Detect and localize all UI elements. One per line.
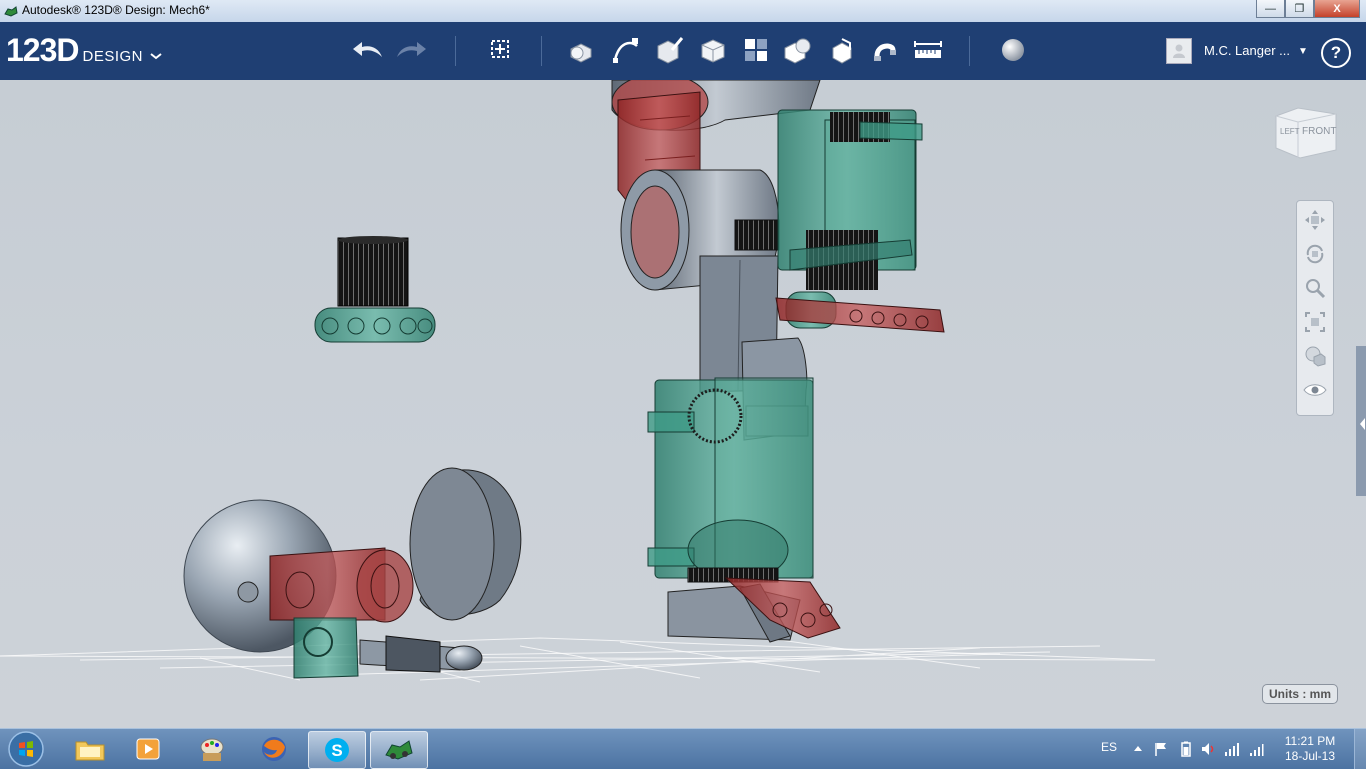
main-toolbar: 123D DESIGN M.C. Langer ... ▼ ? [0, 22, 1366, 80]
construct-icon[interactable] [653, 34, 685, 66]
chevron-down-icon [150, 53, 162, 60]
skype-icon[interactable]: S [308, 731, 366, 769]
panel-expand-icon[interactable] [1358, 416, 1366, 432]
primitives-icon[interactable] [566, 34, 598, 66]
window-title: Autodesk® 123D® Design: Mech6* [22, 3, 210, 17]
toolbar-separator [455, 36, 456, 66]
minimize-button[interactable]: — [1256, 0, 1285, 18]
taskbar: S ES 11:21 PM 18-Jul-13 [0, 728, 1366, 769]
zoom-icon[interactable] [1302, 275, 1328, 301]
material-icon[interactable] [997, 34, 1029, 66]
volume-icon[interactable] [1200, 741, 1216, 757]
upper-red-toe-chain[interactable] [775, 291, 945, 333]
visibility-icon[interactable] [1302, 377, 1328, 403]
clock-time: 11:21 PM [1284, 734, 1336, 748]
toolbar-separator [541, 36, 542, 66]
fit-icon[interactable] [1302, 309, 1328, 335]
system-clock[interactable]: 11:21 PM 18-Jul-13 [1275, 734, 1345, 764]
media-player-icon[interactable] [120, 731, 176, 767]
start-button[interactable] [4, 729, 48, 769]
app-icon [4, 6, 18, 17]
network-status-icon[interactable] [1248, 741, 1264, 757]
view-style-icon[interactable] [1302, 343, 1328, 369]
measure-icon[interactable] [912, 34, 944, 66]
transform-icon[interactable] [484, 34, 516, 66]
brand-word: DESIGN [82, 48, 144, 65]
user-name[interactable]: M.C. Langer ... [1204, 43, 1290, 58]
units-label[interactable]: Units : mm [1262, 684, 1339, 704]
avatar[interactable] [1166, 38, 1192, 64]
maximize-button[interactable]: ❐ [1285, 0, 1314, 18]
clock-date: 18-Jul-13 [1284, 749, 1336, 763]
battery-icon[interactable] [1178, 741, 1194, 757]
upper-teal-servo[interactable] [777, 109, 923, 290]
windows-explorer-icon[interactable] [62, 731, 118, 767]
123d-design-icon[interactable] [370, 731, 428, 769]
grouping-icon[interactable] [782, 34, 814, 66]
grey-disc[interactable] [409, 467, 522, 621]
firefox-icon[interactable] [246, 731, 302, 767]
action-center-flag-icon[interactable] [1153, 741, 1169, 757]
brand-number: 123D [6, 32, 79, 68]
combine-icon[interactable] [826, 34, 858, 66]
language-indicator[interactable]: ES [1101, 740, 1117, 754]
show-desktop-button[interactable] [1354, 729, 1366, 769]
redo-icon[interactable] [395, 34, 427, 66]
undo-icon[interactable] [352, 34, 384, 66]
help-button[interactable]: ? [1321, 38, 1351, 68]
sketch-icon[interactable] [610, 34, 642, 66]
app-menu-button[interactable]: 123D DESIGN [6, 32, 163, 69]
3d-scene[interactable] [0, 80, 1366, 728]
window-title-bar: Autodesk® 123D® Design: Mech6* — ❐ X [0, 0, 1366, 23]
snap-icon[interactable] [869, 34, 901, 66]
floating-gear-assembly[interactable] [314, 236, 436, 343]
ground-grid [0, 637, 1156, 683]
teal-bracket[interactable] [293, 617, 359, 679]
svg-text:S: S [331, 741, 342, 760]
window-controls: — ❐ X [1256, 0, 1360, 18]
viewcube-left-label: LEFT [1280, 127, 1300, 136]
orbit-icon[interactable] [1302, 241, 1328, 267]
3d-viewport[interactable]: LEFT FRONT Units : mm [0, 80, 1366, 728]
user-menu-dropdown-icon[interactable]: ▼ [1298, 46, 1308, 57]
lower-teal-servo[interactable] [647, 377, 814, 581]
network-signal-icon[interactable] [1224, 741, 1240, 757]
shaft-pin[interactable] [359, 635, 483, 673]
viewcube-front-label: FRONT [1302, 126, 1336, 137]
close-button[interactable]: X [1314, 0, 1360, 18]
show-hidden-icons-icon[interactable] [1130, 741, 1146, 757]
pan-icon[interactable] [1302, 207, 1328, 233]
navigation-bar [1296, 200, 1334, 416]
pattern-icon[interactable] [740, 34, 772, 66]
paint-icon[interactable] [184, 731, 240, 767]
modify-icon[interactable] [697, 34, 729, 66]
viewcube[interactable]: LEFT FRONT [1270, 104, 1342, 164]
toolbar-separator [969, 36, 970, 66]
